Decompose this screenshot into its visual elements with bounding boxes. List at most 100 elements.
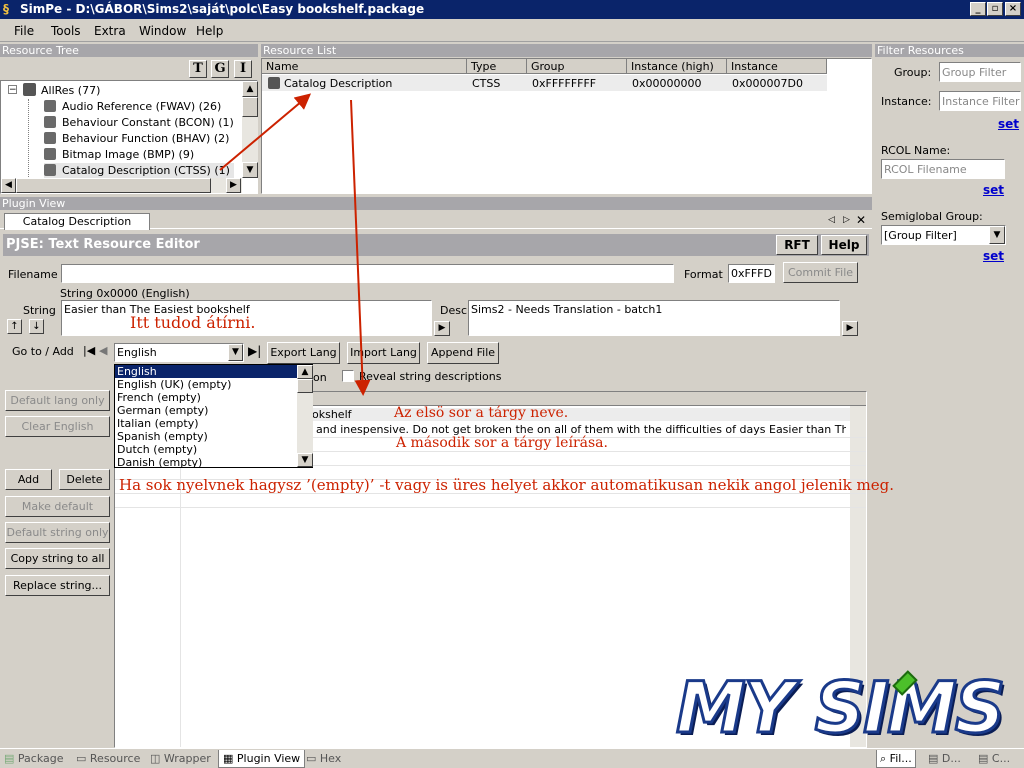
- rcol-filename-input[interactable]: RCOL Filename: [881, 159, 1005, 179]
- lang-option-dutch[interactable]: Dutch (empty): [115, 443, 312, 456]
- desc-textarea[interactable]: Sims2 - Needs Translation - batch1: [468, 300, 840, 336]
- lang-option-italian[interactable]: Italian (empty): [115, 417, 312, 430]
- lang-option-english[interactable]: English: [115, 365, 297, 378]
- tree-group-button[interactable]: G: [211, 60, 229, 78]
- first-lang-icon[interactable]: |◀: [83, 345, 95, 356]
- tree-item-bcon[interactable]: Behaviour Constant (BCON) (1): [44, 115, 234, 130]
- scroll-left-arrow-icon[interactable]: ◀: [1, 178, 16, 193]
- set-filter-link[interactable]: set: [998, 117, 1019, 131]
- clear-english-button[interactable]: Clear English: [5, 416, 110, 437]
- tree-root[interactable]: AllRes (77): [23, 83, 100, 98]
- scroll-up-arrow-icon[interactable]: ▲: [242, 81, 258, 97]
- group-filter-input[interactable]: Group Filter: [939, 62, 1021, 82]
- column-instance[interactable]: Instance: [727, 59, 827, 74]
- prev-lang-icon[interactable]: ◀: [99, 345, 107, 356]
- format-input[interactable]: 0xFFFD: [728, 264, 775, 283]
- tab-resource[interactable]: ▭ Resource: [76, 752, 140, 765]
- lang-option-german[interactable]: German (empty): [115, 404, 312, 417]
- help-button[interactable]: Help: [821, 235, 867, 255]
- language-dropdown-list: English English (UK) (empty) French (emp…: [114, 364, 313, 469]
- tree-hscrollbar[interactable]: ◀ ▶: [1, 178, 242, 193]
- tree-item-ctss[interactable]: Catalog Description (CTSS) (1): [44, 163, 234, 178]
- menu-file[interactable]: File: [14, 24, 34, 38]
- column-type[interactable]: Type: [467, 59, 527, 74]
- tab-filter[interactable]: ⌕ Fil...: [876, 750, 916, 768]
- reveal-descriptions-checkbox[interactable]: [342, 370, 354, 382]
- move-down-arrow-icon[interactable]: ↓: [29, 319, 44, 334]
- resource-list: Name Type Group Instance (high) Instance…: [261, 58, 872, 194]
- dropdown-scrollbar[interactable]: ▲ ▼: [297, 365, 313, 467]
- column-group[interactable]: Group: [527, 59, 627, 74]
- default-lang-only-button[interactable]: Default lang only: [5, 390, 110, 411]
- add-button[interactable]: Add: [5, 469, 52, 490]
- tree-hscroll-thumb[interactable]: [16, 178, 211, 193]
- desc-expand-arrow-icon[interactable]: ▶: [842, 321, 858, 336]
- tree-collapse-toggle[interactable]: −: [8, 85, 17, 95]
- tab-close-icon[interactable]: ✕: [856, 213, 866, 227]
- string-expand-arrow-icon[interactable]: ▶: [434, 321, 450, 336]
- next-lang-icon[interactable]: ▶|: [248, 345, 261, 357]
- delete-button[interactable]: Delete: [59, 469, 110, 490]
- tree-type-button[interactable]: T: [189, 60, 207, 78]
- search-icon: ⌕: [880, 752, 887, 765]
- instance-filter-input[interactable]: Instance Filter: [939, 91, 1021, 111]
- resource-tree-header: Resource Tree: [0, 44, 258, 57]
- row-name: Catalog Description: [284, 77, 393, 90]
- rft-button[interactable]: RFT: [776, 235, 818, 255]
- tab-hex[interactable]: ▭ Hex: [306, 752, 341, 765]
- scroll-down-arrow-icon[interactable]: ▼: [242, 162, 258, 178]
- commit-file-button[interactable]: Commit File: [783, 262, 858, 283]
- import-lang-button[interactable]: Import Lang: [347, 342, 420, 364]
- scroll-right-arrow-icon[interactable]: ▶: [226, 178, 241, 193]
- scroll-up-arrow-icon[interactable]: ▲: [297, 365, 313, 379]
- semiglobal-select[interactable]: [Group Filter] ▼: [881, 225, 1006, 245]
- export-lang-button[interactable]: Export Lang: [267, 342, 340, 364]
- string-header: String 0x0000 (English): [60, 287, 190, 300]
- chevron-down-icon[interactable]: ▼: [989, 226, 1005, 244]
- filename-input[interactable]: [61, 264, 674, 283]
- tree-item-fwav[interactable]: Audio Reference (FWAV) (26): [44, 99, 221, 114]
- default-string-only-button[interactable]: Default string only: [5, 522, 110, 543]
- close-window-button[interactable]: ×: [1005, 2, 1021, 16]
- set-rcol-link[interactable]: set: [983, 183, 1004, 197]
- table-row[interactable]: Catalog Description CTSS 0xFFFFFFFF 0x00…: [262, 75, 827, 91]
- tab-package[interactable]: ▤ Package: [4, 752, 64, 765]
- copy-string-to-all-button[interactable]: Copy string to all: [5, 548, 110, 569]
- menu-extra[interactable]: Extra: [94, 24, 126, 38]
- tab-prev-arrow-icon[interactable]: ◁: [828, 216, 835, 225]
- lang-option-french[interactable]: French (empty): [115, 391, 312, 404]
- scroll-down-arrow-icon[interactable]: ▼: [297, 453, 313, 467]
- column-name[interactable]: Name: [262, 59, 467, 74]
- menu-window[interactable]: Window: [139, 24, 186, 38]
- restore-button[interactable]: ▫: [987, 2, 1003, 16]
- menu-tools[interactable]: Tools: [51, 24, 81, 38]
- column-instance-high[interactable]: Instance (high): [627, 59, 727, 74]
- move-up-arrow-icon[interactable]: ↑: [7, 319, 22, 334]
- tab-catalog-description[interactable]: Catalog Description: [4, 213, 150, 230]
- tree-instance-button[interactable]: I: [234, 60, 252, 78]
- replace-string-button[interactable]: Replace string...: [5, 575, 110, 596]
- language-select[interactable]: English ▼: [114, 343, 244, 362]
- tree-item-bmp[interactable]: Bitmap Image (BMP) (9): [44, 147, 194, 162]
- tab-c[interactable]: ▤ C...: [978, 752, 1010, 765]
- lang-option-english-uk[interactable]: English (UK) (empty): [115, 378, 312, 391]
- append-file-button[interactable]: Append File: [427, 342, 499, 364]
- tree-vscrollbar[interactable]: ▲ ▼: [242, 81, 258, 178]
- tab-wrapper[interactable]: ◫ Wrapper: [150, 752, 211, 765]
- menu-help[interactable]: Help: [196, 24, 223, 38]
- tab-next-arrow-icon[interactable]: ▷: [843, 216, 850, 225]
- minimize-button[interactable]: _: [970, 2, 986, 16]
- tree-item-bhav[interactable]: Behaviour Function (BHAV) (2): [44, 131, 229, 146]
- tree-vscroll-thumb[interactable]: [242, 97, 258, 117]
- chevron-down-icon[interactable]: ▼: [228, 344, 243, 361]
- filter-panel: Group: Group Filter Instance: Instance F…: [875, 58, 1024, 748]
- lang-option-spanish[interactable]: Spanish (empty): [115, 430, 312, 443]
- filename-label: Filename: [8, 268, 58, 281]
- set-semiglobal-link[interactable]: set: [983, 249, 1004, 263]
- make-default-button[interactable]: Make default: [5, 496, 110, 517]
- resource-tree-panel: T G I − AllRes (77) Audio Reference (FWA…: [0, 58, 258, 194]
- dropdown-scroll-thumb[interactable]: [297, 379, 313, 393]
- tab-d[interactable]: ▤ D...: [928, 752, 961, 765]
- lang-option-danish[interactable]: Danish (empty): [115, 456, 312, 469]
- tab-plugin-view[interactable]: ▦ Plugin View: [218, 750, 306, 768]
